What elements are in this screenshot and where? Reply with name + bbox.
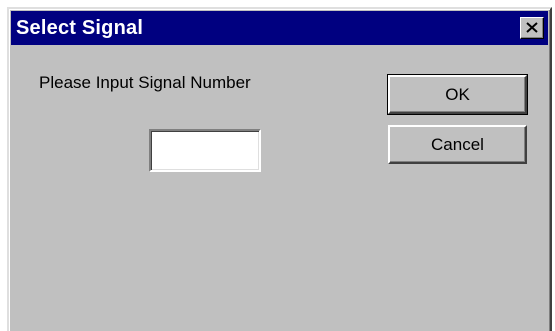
title-bar[interactable]: Select Signal — [11, 11, 548, 45]
close-icon — [526, 22, 538, 33]
close-button[interactable] — [520, 17, 544, 39]
dialog-title: Select Signal — [16, 17, 144, 39]
signal-number-input[interactable] — [149, 129, 261, 172]
cancel-button[interactable]: Cancel — [388, 125, 527, 164]
signal-number-prompt: Please Input Signal Number — [39, 73, 251, 92]
select-signal-dialog: Select Signal Please Input Signal Number… — [7, 7, 552, 331]
ok-button[interactable]: OK — [387, 74, 528, 115]
